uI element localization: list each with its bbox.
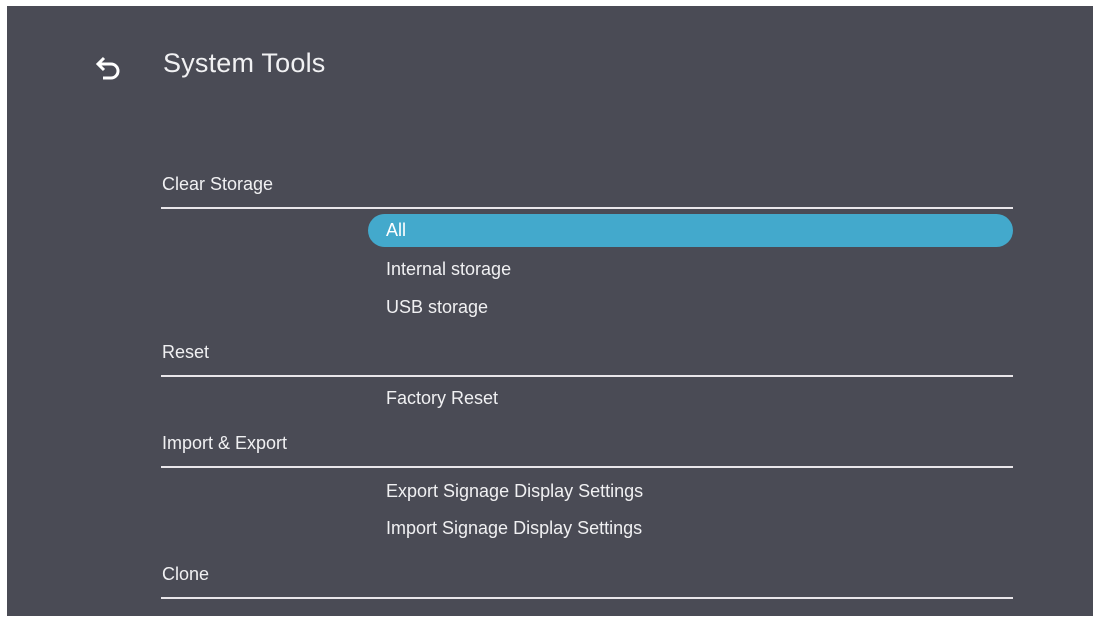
option-export-settings-label: Export Signage Display Settings bbox=[386, 481, 644, 501]
system-tools-screen: System Tools Clear Storage All Internal … bbox=[7, 6, 1093, 616]
option-internal-storage[interactable]: Internal storage bbox=[368, 253, 1013, 286]
page-title: System Tools bbox=[163, 48, 326, 78]
option-all-label: All bbox=[386, 220, 407, 240]
section-label-clone: Clone bbox=[162, 564, 210, 584]
option-all[interactable]: All bbox=[368, 214, 1013, 247]
back-arrow-icon bbox=[95, 56, 120, 80]
section-label-clear-storage: Clear Storage bbox=[162, 174, 274, 194]
option-import-settings[interactable]: Import Signage Display Settings bbox=[368, 512, 1013, 545]
option-export-settings[interactable]: Export Signage Display Settings bbox=[368, 475, 1013, 508]
back-button[interactable] bbox=[91, 50, 125, 84]
section-label-import-export: Import & Export bbox=[162, 433, 288, 453]
section-label-reset: Reset bbox=[162, 342, 210, 362]
option-factory-reset[interactable]: Factory Reset bbox=[368, 382, 1013, 415]
option-import-settings-label: Import Signage Display Settings bbox=[386, 518, 643, 538]
divider-clear-storage bbox=[161, 207, 1013, 209]
option-usb-storage-label: USB storage bbox=[386, 297, 489, 317]
option-usb-storage[interactable]: USB storage bbox=[368, 291, 1013, 324]
divider-reset bbox=[161, 375, 1013, 377]
divider-clone bbox=[161, 597, 1013, 599]
option-internal-storage-label: Internal storage bbox=[386, 259, 512, 279]
divider-import-export bbox=[161, 466, 1013, 468]
option-factory-reset-label: Factory Reset bbox=[386, 388, 499, 408]
